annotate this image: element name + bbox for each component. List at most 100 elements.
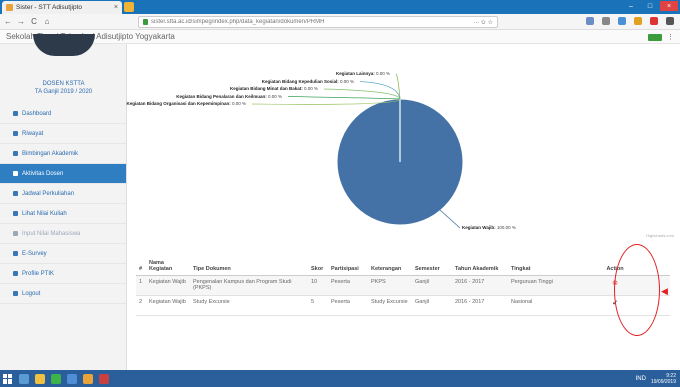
sidebar: DOSEN KSTTA TA Ganjil 2019 / 2020 Dashbo… — [0, 34, 127, 370]
sidebar-item-logout[interactable]: Logout — [0, 284, 126, 304]
cell-kegiatan: Kegiatan Wajib — [146, 275, 190, 296]
downloads-icon[interactable] — [602, 17, 610, 25]
cell-kegiatan: Kegiatan Wajib — [146, 295, 190, 316]
column-header[interactable]: Keterangan — [368, 246, 412, 276]
pie-chart-svg — [251, 73, 464, 229]
pie-label: Kegiatan Lainnya: 0.00 % — [335, 71, 390, 76]
cell-partisipasi: Peserta — [328, 275, 368, 296]
windows-taskbar: IND 9:22 19/09/2019 — [0, 370, 680, 387]
browser-app-icon[interactable] — [67, 373, 77, 384]
pie-label: Kegiatan Bidang Minat dan Bakat: 0.00 % — [229, 86, 318, 91]
back-icon[interactable]: ← — [4, 17, 12, 26]
more-menu-icon[interactable]: ⋮ — [667, 33, 674, 41]
pie-label-percent: 0.00 % — [375, 71, 390, 76]
maximize-button[interactable]: □ — [641, 1, 659, 11]
media-icon[interactable] — [99, 373, 109, 384]
cell-semester: Ganjil — [412, 295, 452, 316]
tray-language[interactable]: IND — [636, 376, 646, 382]
window-controls: – □ × — [622, 1, 678, 11]
cell-semester: Ganjil — [412, 275, 452, 296]
pie-label-percent: 0.00 % — [231, 101, 246, 106]
menu-item-icon — [13, 171, 18, 176]
cell-skor: 5 — [308, 295, 328, 316]
pie-label-name: Kegiatan Bidang Kepedulian Sosial — [261, 78, 338, 84]
connector-kegiatan-bidang-kepedulian-sosial — [359, 81, 401, 100]
pie-label-name: Kegiatan Wajib — [462, 225, 495, 230]
column-header[interactable]: Tingkat — [508, 246, 560, 276]
address-bar-row: ← → C ⌂ sister.stta.ac.id/simpeg/index.p… — [0, 14, 680, 30]
sidebar-item-input-nilai-mahasiswa[interactable]: Input Nilai Mahasiswa — [0, 224, 126, 244]
annotation-arrow-icon: ◀ — [661, 286, 668, 296]
sidebar-item-label: Riwayat — [22, 130, 44, 137]
pie-label-name: Kegiatan Bidang Organisasi dan Kepemimpi… — [126, 101, 230, 106]
column-header[interactable]: Semester — [412, 246, 452, 276]
pie-label-percent: 0.00 % — [339, 78, 354, 84]
pie-label: Kegiatan Bidang Penalaran dan Keilmuan: … — [176, 93, 282, 99]
pie-label-percent: 0.00 % — [267, 93, 282, 99]
lock-icon — [143, 19, 148, 25]
file-explorer-icon[interactable] — [35, 373, 45, 384]
browser-tab-bar: Sister - STT Adisutjipto × – □ × — [0, 0, 680, 14]
sidebar-item-profile-ptik[interactable]: Profile PTIK — [0, 264, 126, 284]
menu-item-icon — [13, 231, 18, 236]
close-window-button[interactable]: × — [660, 1, 678, 11]
addon-icon[interactable] — [650, 17, 658, 25]
reload-icon[interactable]: C — [30, 17, 38, 26]
forward-icon[interactable]: → — [17, 17, 25, 26]
table-row: 2 Kegiatan Wajib Study Excursie 5 Peserta Stu… — [136, 295, 670, 316]
page-actions-icon[interactable]: ··· ✩ ☆ — [473, 19, 493, 26]
sidebar-item-label: Input Nilai Mahasiswa — [22, 230, 81, 237]
sidebar-item-label: Jadwal Perkuliahan — [22, 190, 75, 197]
menu-icon[interactable] — [666, 17, 674, 25]
start-button[interactable] — [3, 373, 13, 384]
sidebar-item-label: Bimbingan Akademik — [22, 150, 79, 157]
sidebar-item-riwayat[interactable]: Riwayat — [0, 124, 126, 144]
column-header[interactable]: Tahun Akademik — [452, 246, 508, 276]
clock[interactable]: 9:22 19/09/2019 — [651, 373, 676, 385]
clock-date: 19/09/2019 — [650, 379, 676, 385]
column-header[interactable]: Skor — [308, 246, 328, 276]
sidebar-item-dashboard[interactable]: Dashboard — [0, 104, 126, 124]
pie-label-percent: 0.00 % — [303, 86, 318, 91]
annotation-circle — [614, 244, 660, 336]
extension-icon[interactable] — [618, 17, 626, 25]
firefox-icon[interactable] — [83, 373, 93, 384]
flag-icon[interactable] — [648, 33, 662, 41]
column-header[interactable]: Partisipasi — [328, 246, 368, 276]
column-header[interactable]: # — [136, 246, 146, 276]
cell-keterangan: Study Excursie — [368, 295, 412, 316]
minimize-button[interactable]: – — [622, 1, 640, 11]
url-field[interactable]: sister.stta.ac.id/simpeg/index.php/data_… — [138, 16, 498, 28]
column-header[interactable]: Tipe Dokumen — [190, 246, 308, 276]
sidebar-item-aktivitas-dosen[interactable]: Aktivitas Dosen — [0, 164, 126, 184]
menu-item-icon — [13, 131, 18, 136]
cell-tahun: 2016 - 2017 — [452, 295, 508, 316]
home-icon[interactable]: ⌂ — [43, 17, 51, 26]
sidebar-item-e-survey[interactable]: E-Survey — [0, 244, 126, 264]
app-icon[interactable] — [51, 373, 61, 384]
browser-tab[interactable]: Sister - STT Adisutjipto × — [2, 1, 122, 14]
menu-item-icon — [13, 111, 18, 116]
profile-block: DOSEN KSTTA TA Ganjil 2019 / 2020 — [0, 34, 126, 104]
search-icon[interactable] — [19, 373, 29, 384]
cell-partisipasi: Peserta — [328, 295, 368, 316]
column-header[interactable]: Nama Kegiatan — [146, 246, 190, 276]
cell-tipe: Pengenalan Kampus dan Program Studi (PKP… — [190, 275, 308, 296]
tab-close-icon[interactable]: × — [114, 4, 118, 11]
user-semester: TA Ganjil 2019 / 2020 — [34, 89, 93, 95]
sidebar-item-lihat-nilai-kuliah[interactable]: Lihat Nilai Kuliah — [0, 204, 126, 224]
header-right: ⋮ — [648, 33, 674, 41]
cell-tingkat: Nasional — [508, 295, 560, 316]
system-tray: IND 9:22 19/09/2019 — [636, 373, 676, 385]
pie-label-name: Kegiatan Bidang Penalaran dan Keilmuan — [176, 93, 266, 99]
new-tab-button[interactable] — [124, 2, 134, 12]
url-text: sister.stta.ac.id/simpeg/index.php/data_… — [151, 19, 325, 25]
sync-icon[interactable] — [634, 17, 642, 25]
menu-item-icon — [13, 191, 18, 196]
pie-label: Kegiatan Bidang Kepedulian Sosial: 0.00 … — [261, 78, 354, 84]
sidebar-item-jadwal-perkuliahan[interactable]: Jadwal Perkuliahan — [0, 184, 126, 204]
library-icon[interactable] — [586, 17, 594, 25]
chart-credits[interactable]: Highcharts.com — [646, 233, 674, 238]
sidebar-item-bimbingan-akademik[interactable]: Bimbingan Akademik — [0, 144, 126, 164]
sidebar-item-label: Profile PTIK — [22, 270, 55, 277]
